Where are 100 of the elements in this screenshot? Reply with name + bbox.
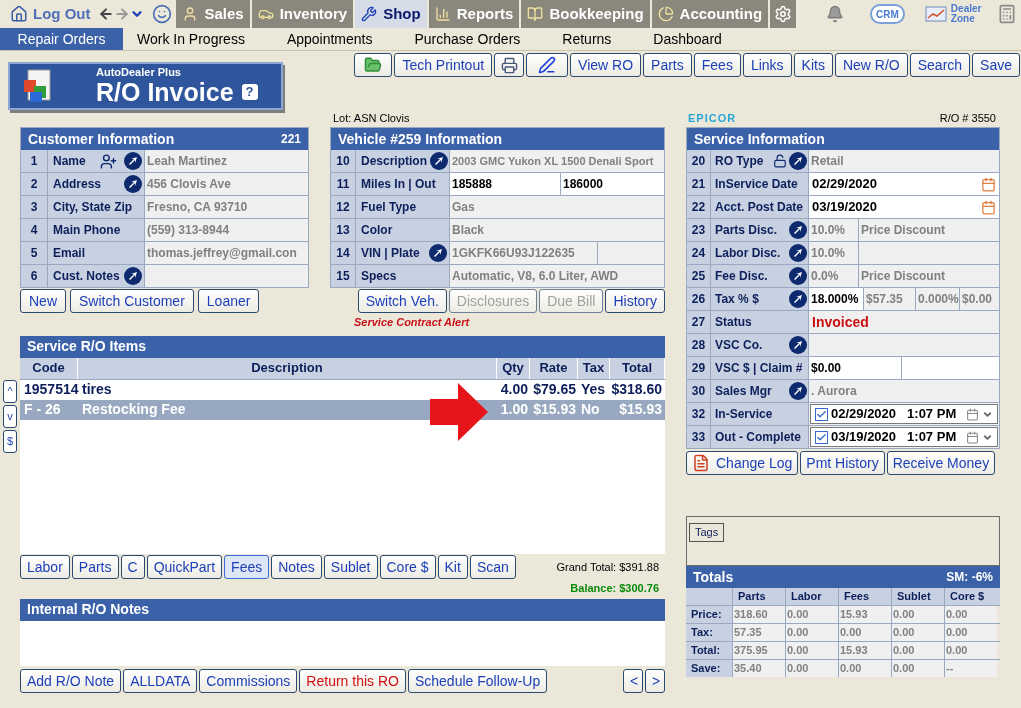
face-icon[interactable] [152, 4, 173, 24]
item-action-button[interactable]: Labor [20, 554, 70, 579]
sub-nav-tab[interactable]: Appointments [272, 28, 387, 50]
ro-action-button[interactable]: ALLDATA [123, 668, 198, 693]
arrow-link-icon[interactable] [124, 152, 142, 170]
crm-button[interactable]: CRM [870, 4, 905, 24]
field-value[interactable] [144, 265, 308, 287]
arrow-link-icon[interactable] [429, 244, 447, 262]
sub-nav-tab[interactable]: Returns [548, 28, 626, 50]
field-value[interactable]: 0.000% [915, 288, 959, 310]
field-value[interactable]: Gas [449, 196, 664, 218]
add-user-icon[interactable] [100, 152, 117, 170]
arrow-link-icon[interactable] [124, 175, 142, 193]
sub-nav-tab[interactable]: Purchase Orders [400, 28, 535, 50]
arrow-link-icon[interactable] [124, 267, 142, 285]
datetime-field[interactable]: 03/19/2020 1:07 PM [810, 427, 998, 447]
arrow-link-icon[interactable] [789, 336, 807, 354]
help-button[interactable]: ? [241, 84, 258, 100]
pager-button[interactable]: < [623, 668, 643, 693]
date-field[interactable]: 02/29/2020 [808, 173, 999, 195]
checkbox[interactable] [815, 407, 828, 421]
print-button[interactable] [494, 53, 525, 77]
notes-area[interactable] [20, 620, 665, 666]
side-button[interactable]: $ [3, 429, 17, 453]
toolbar-button[interactable]: View RO [570, 53, 642, 77]
nav-tab[interactable]: Shop [355, 0, 427, 28]
sub-nav-tab[interactable]: Dashboard [639, 28, 736, 50]
field-value[interactable]: 185888 [449, 173, 560, 195]
pager-button[interactable]: > [645, 668, 665, 693]
ro-action-button[interactable]: Add R/O Note [20, 668, 122, 693]
toolbar-button[interactable]: Parts [643, 53, 692, 77]
bell-icon[interactable] [826, 5, 845, 23]
field-value[interactable]: . Aurora [808, 380, 999, 402]
vehicle-button[interactable]: Switch Veh. [357, 289, 447, 313]
field-value[interactable] [808, 334, 999, 356]
checkbox[interactable] [815, 430, 828, 444]
item-action-button[interactable]: Parts [71, 554, 119, 579]
nav-tab[interactable]: Bookkeeping [521, 0, 650, 28]
arrow-link-icon[interactable] [789, 221, 807, 239]
nav-tab[interactable]: Accounting [651, 0, 769, 28]
field-value[interactable]: $0.00 [808, 357, 901, 379]
field-value[interactable] [858, 242, 999, 264]
item-action-button[interactable]: QuickPart [146, 554, 223, 579]
customer-button[interactable]: Loaner [197, 289, 260, 313]
field-value[interactable]: Price Discount [858, 265, 999, 287]
item-action-button[interactable]: Fees [224, 554, 270, 579]
toolbar-button[interactable]: Kits [793, 53, 833, 77]
nav-tab[interactable]: Inventory [251, 0, 354, 28]
chart-icon[interactable] [924, 6, 947, 22]
service-button[interactable]: Pmt History [800, 451, 885, 475]
customer-button[interactable]: New [20, 289, 66, 313]
field-value[interactable] [597, 242, 664, 264]
field-value[interactable]: 10.0% [808, 219, 858, 241]
item-action-button[interactable]: Scan [469, 554, 516, 579]
field-value[interactable]: thomas.jeffrey@gmail.con [144, 242, 308, 264]
ro-action-button[interactable]: Commissions [199, 668, 298, 693]
toolbar-button[interactable]: Tech Printout [394, 53, 493, 77]
field-value[interactable]: Price Discount [858, 219, 999, 241]
item-action-button[interactable]: Kit [437, 554, 468, 579]
settings-button[interactable] [770, 0, 797, 28]
customer-button[interactable]: Switch Customer [70, 289, 194, 313]
nav-tab[interactable]: Reports [428, 0, 520, 28]
dealer-zone-link[interactable]: Dealer Zone [950, 4, 991, 24]
arrow-link-icon[interactable] [789, 290, 807, 308]
home-icon[interactable] [10, 5, 28, 23]
field-value[interactable]: 10.0% [808, 242, 858, 264]
alert-text[interactable]: Service Contract Alert [354, 314, 665, 331]
sub-nav-tab[interactable]: Work In Progress [123, 28, 259, 50]
date-field[interactable]: 03/19/2020 [808, 196, 999, 218]
nav-tab[interactable]: Sales [176, 0, 250, 28]
field-value[interactable]: 18.000% [808, 288, 863, 310]
service-button[interactable]: Change Log [686, 451, 799, 475]
vehicle-button[interactable]: History [605, 289, 665, 313]
ro-action-button[interactable]: Schedule Follow-Up [407, 668, 548, 693]
arrow-link-icon[interactable] [789, 244, 807, 262]
service-button[interactable]: Receive Money [886, 451, 996, 475]
toolbar-button[interactable]: Links [742, 53, 792, 77]
ro-action-button[interactable]: Return this RO [299, 668, 406, 693]
arrow-link-icon[interactable] [430, 152, 448, 170]
arrow-link-icon[interactable] [789, 382, 807, 400]
side-button[interactable]: ^ [3, 379, 17, 403]
toolbar-button[interactable]: New R/O [834, 53, 908, 77]
field-value[interactable]: $0.00 [959, 288, 999, 310]
toolbar-button[interactable]: Save [972, 53, 1020, 77]
tags-button[interactable]: Tags [689, 523, 725, 542]
unlock-icon[interactable] [773, 154, 787, 168]
arrow-link-icon[interactable] [789, 267, 807, 285]
item-action-button[interactable]: C [120, 554, 145, 579]
toolbar-button[interactable]: Search [909, 53, 971, 77]
item-action-button[interactable]: Core $ [379, 554, 436, 579]
side-button[interactable]: v [3, 404, 17, 428]
field-value[interactable] [901, 357, 999, 379]
signature-button[interactable] [526, 53, 569, 77]
toolbar-button[interactable]: Fees [693, 53, 741, 77]
datetime-field[interactable]: 02/29/2020 1:07 PM [810, 404, 998, 424]
logout-link[interactable]: Log Out [33, 2, 91, 26]
arrow-link-icon[interactable] [789, 152, 807, 170]
item-action-button[interactable]: Sublet [323, 554, 378, 579]
field-value[interactable]: 0.0% [808, 265, 858, 287]
field-value[interactable]: 2003 GMC Yukon XL 1500 Denali Sport [449, 150, 664, 172]
